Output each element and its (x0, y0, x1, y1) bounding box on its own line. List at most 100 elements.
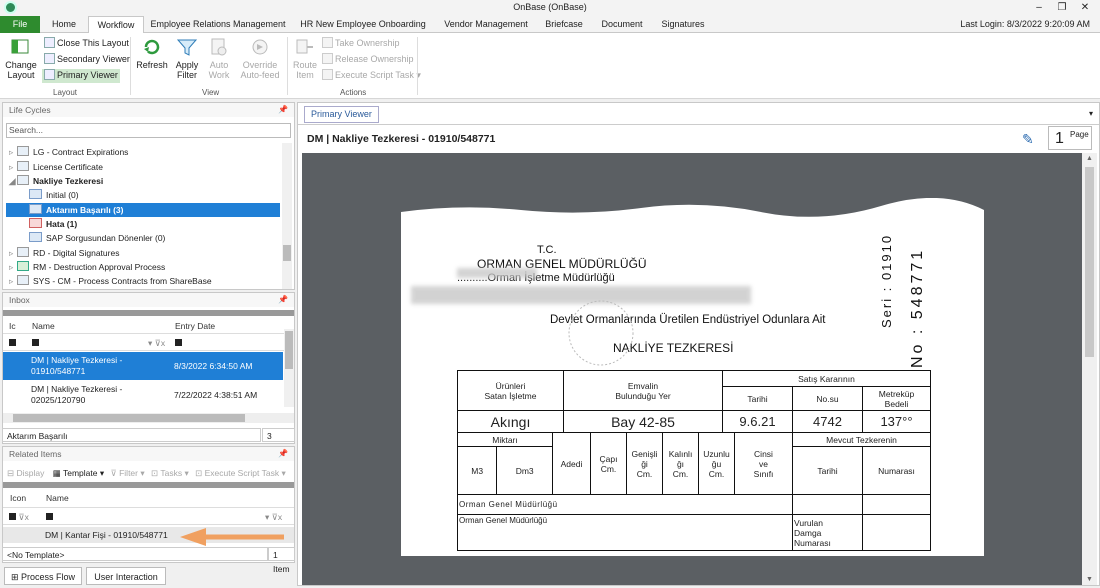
clear-filter-icon[interactable]: ▾ ⊽x (265, 509, 282, 525)
tree-item-nakliye[interactable]: ◢ Nakliye Tezkeresi (9, 174, 103, 188)
scrollbar-thumb[interactable] (13, 414, 245, 422)
pin-icon[interactable]: 📌 (278, 295, 288, 304)
viewer-scrollbar[interactable]: ▲ ▼ (1082, 153, 1097, 585)
doc-cell: Numarası (862, 446, 931, 495)
secondary-viewer-label: Secondary Viewer (57, 54, 130, 64)
expand-icon[interactable]: ▹ (9, 246, 17, 260)
apply-filter-button[interactable]: Apply Filter (172, 37, 202, 80)
expand-icon[interactable]: ▹ (9, 145, 17, 159)
process-flow-icon: ⊞ (10, 572, 22, 582)
doc-cell: Kalınlı ğı Cm. (662, 432, 699, 495)
col-icon-header[interactable]: Icon (10, 490, 26, 506)
filter-checkbox[interactable] (32, 339, 39, 346)
tree-item-lg-contract[interactable]: ▹ LG - Contract Expirations (9, 145, 128, 159)
minimize-icon[interactable]: – (1028, 0, 1050, 16)
queue-initial[interactable]: Initial (0) (29, 188, 79, 202)
expand-icon[interactable]: ▹ (9, 274, 17, 288)
tree-item-license[interactable]: ▹ License Certificate (9, 160, 103, 174)
lifecycles-search-input[interactable]: Search... (6, 123, 291, 138)
tasks-button[interactable]: ⊡ Tasks ▾ (151, 468, 189, 478)
template-button[interactable]: ▦ Template ▾ (53, 468, 104, 478)
folder-icon (29, 204, 42, 214)
clear-filter-icon[interactable]: ⊽x (18, 512, 28, 522)
release-ownership-button[interactable]: Release Ownership (322, 53, 414, 67)
change-layout-button[interactable]: Change Layout (4, 37, 38, 80)
col-icon-header[interactable]: Ic (9, 318, 16, 334)
related-toolbar: ⊟ Display ▦ Template ▾ ⊽ Filter ▾ ⊡ Task… (7, 468, 286, 479)
secondary-viewer-icon (44, 53, 55, 64)
close-icon[interactable]: ✕ (1074, 0, 1096, 16)
auto-work-icon (208, 37, 230, 57)
take-ownership-label: Take Ownership (335, 38, 400, 48)
refresh-button[interactable]: Refresh (136, 37, 168, 70)
display-button[interactable]: ⊟ Display (7, 468, 44, 478)
execute-script-button[interactable]: Execute Script Task ▾ (322, 69, 421, 83)
restore-icon[interactable]: ❐ (1051, 0, 1073, 16)
queue-aktarim-basarili[interactable]: Aktarım Başarılı (3) (6, 203, 280, 217)
scrollbar-thumb[interactable] (1085, 167, 1094, 357)
related-header: Related Items 📌 (3, 447, 294, 461)
auto-work-button[interactable]: Auto Work (204, 37, 234, 80)
page-indicator[interactable]: 1 Page (1048, 126, 1092, 150)
filter-checkbox[interactable] (46, 513, 53, 520)
scrollbar-thumb[interactable] (283, 245, 291, 261)
inbox-hscrollbar[interactable] (3, 413, 294, 423)
lifecycle-icon (17, 161, 29, 171)
col-name-header[interactable]: Name (32, 318, 55, 334)
route-item-button[interactable]: Route Item (290, 37, 320, 80)
tree-item-rd[interactable]: ▹ RD - Digital Signatures (9, 246, 119, 260)
filter-checkbox[interactable] (9, 513, 16, 520)
close-layout-button[interactable]: Close This Layout (44, 37, 129, 51)
chevron-down-icon[interactable]: ▾ (1089, 109, 1093, 118)
related-divider (3, 482, 294, 488)
inbox-scrollbar[interactable] (284, 329, 294, 407)
col-name-header[interactable]: Name (46, 490, 69, 506)
expand-icon[interactable]: ▹ (9, 160, 17, 174)
tab-signatures[interactable]: Signatures (656, 16, 710, 33)
take-ownership-button[interactable]: Take Ownership (322, 37, 400, 51)
doc-cell: Adedi (552, 432, 591, 495)
primary-viewer-button[interactable]: Primary Viewer (42, 69, 120, 83)
pin-icon[interactable]: 📌 (278, 449, 288, 458)
tab-primary-viewer[interactable]: Primary Viewer (304, 106, 379, 123)
table-row[interactable]: DM | Nakliye Tezkeresi - 01910/548771 8/… (3, 352, 283, 380)
doc-cell (792, 494, 863, 515)
filter-checkbox[interactable] (9, 339, 16, 346)
expand-icon[interactable]: ▹ (9, 260, 17, 274)
tab-employee-relations[interactable]: Employee Relations Management (148, 16, 288, 33)
table-row[interactable]: DM | Nakliye Tezkeresi - 02025/120790 7/… (3, 381, 283, 409)
tab-hr-onboarding[interactable]: HR New Employee Onboarding (296, 16, 430, 33)
clear-filter-icon[interactable]: ▾ ⊽x (148, 335, 165, 351)
tab-home[interactable]: Home (44, 16, 84, 33)
secondary-viewer-button[interactable]: Secondary Viewer (44, 53, 130, 67)
col-date-header[interactable]: Entry Date (175, 318, 215, 334)
ribbon: Change Layout Close This Layout Secondar… (0, 33, 1100, 99)
tab-briefcase[interactable]: Briefcase (540, 16, 588, 33)
override-autofeed-button[interactable]: Override Auto-feed (238, 37, 282, 80)
scroll-up-icon[interactable]: ▲ (1086, 155, 1093, 162)
inbox-filter-row: ▾ ⊽x (3, 335, 294, 351)
queue-hata[interactable]: Hata (1) (29, 217, 77, 231)
filter-checkbox[interactable] (175, 339, 182, 346)
stapler-icon[interactable]: ✎ (1022, 131, 1034, 148)
tab-file[interactable]: File (0, 16, 40, 33)
execute-script-task-button[interactable]: ⊡ Execute Script Task ▾ (195, 468, 286, 478)
doc-form-table-2: Miktarı Adedi Çapı Cm. Genişli ği Cm. Ka… (456, 432, 931, 551)
tab-process-flow[interactable]: ⊞ Process Flow (4, 567, 82, 585)
scroll-down-icon[interactable]: ▼ (1086, 576, 1093, 583)
pin-icon[interactable]: 📌 (278, 105, 288, 114)
scrollbar-thumb[interactable] (285, 331, 293, 369)
collapse-icon[interactable]: ◢ (9, 174, 17, 188)
tree-item-rm[interactable]: ▹ RM - Destruction Approval Process (9, 260, 165, 274)
doc-cell: Orman Genel Müdürlüğü (457, 494, 793, 515)
doc-cell: Ürünleri Satan İşletme (457, 370, 564, 411)
tab-workflow[interactable]: Workflow (88, 16, 144, 34)
tree-item-sys[interactable]: ▹ SYS - CM - Process Contracts from Share… (9, 274, 212, 288)
tab-document[interactable]: Document (596, 16, 648, 33)
lifecycles-scrollbar[interactable] (282, 143, 292, 289)
tab-vendor-management[interactable]: Vendor Management (438, 16, 534, 33)
tab-user-interaction[interactable]: User Interaction (86, 567, 166, 585)
queue-sap[interactable]: SAP Sorgusundan Dönenler (0) (29, 231, 165, 245)
filter-button[interactable]: ⊽ Filter ▾ (111, 468, 145, 478)
related-count: 1 Item (268, 547, 295, 574)
